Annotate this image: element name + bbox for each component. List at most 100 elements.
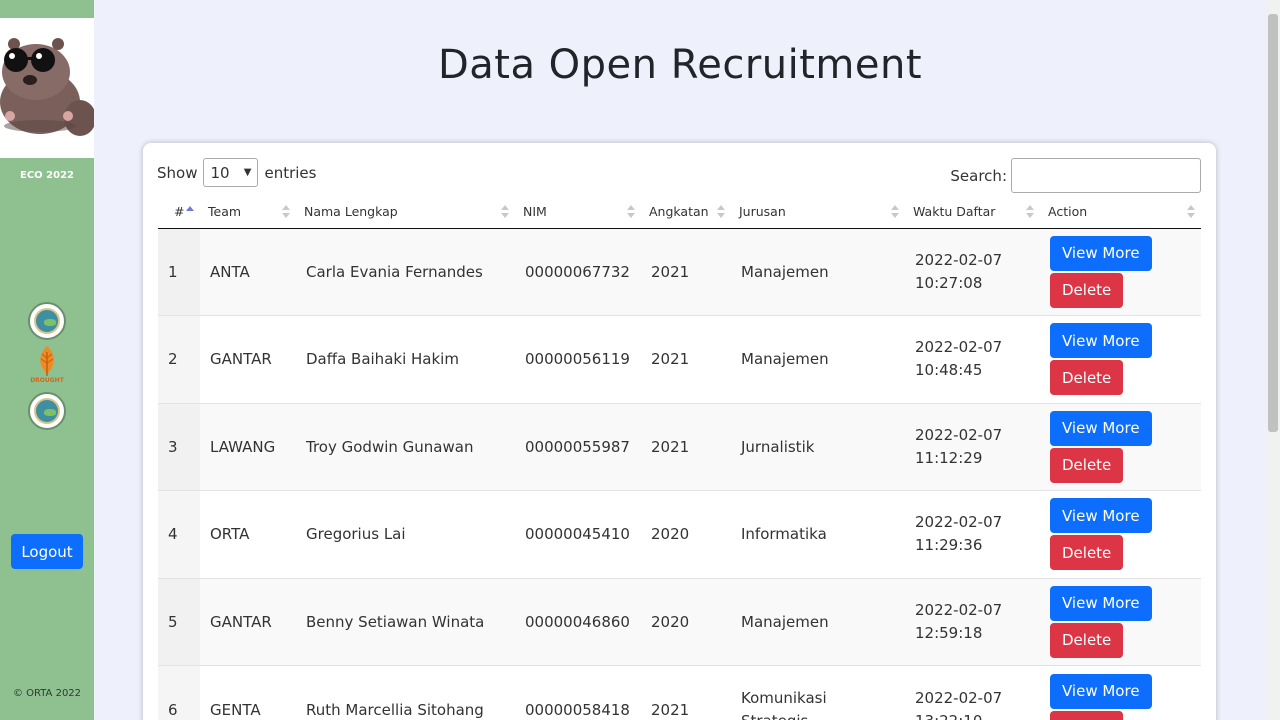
drought-label: DROUGHT — [30, 377, 64, 384]
row-jurusan: Manajemen — [731, 577, 905, 666]
column-header-number[interactable]: # — [158, 195, 200, 229]
sort-icon — [1026, 205, 1034, 219]
row-waktu: 2022-02-07 10:48:45 — [905, 315, 1040, 403]
view-more-button[interactable]: View More — [1050, 498, 1152, 534]
row-team: GENTA — [200, 665, 296, 720]
row-date: 2022-02-07 — [915, 250, 1003, 269]
sidebar: ECO 2022 DROUGHT Logout © ORTA 2022 — [0, 0, 94, 720]
delete-button[interactable]: Delete — [1050, 535, 1124, 571]
table-header-row: # Team Nama Lengkap NIM Angkatan Jurusan… — [158, 195, 1201, 229]
length-control: Show 10 ▼ entries — [157, 158, 316, 187]
drought-badge-icon: DROUGHT — [30, 344, 64, 386]
row-actions: View MoreDelete — [1040, 402, 1201, 491]
sort-icon — [891, 205, 899, 219]
globe-badge-icon — [28, 302, 66, 340]
row-name: Carla Evania Fernandes — [296, 227, 515, 316]
entries-length-select[interactable]: 10 ▼ — [203, 158, 259, 187]
column-header-nama[interactable]: Nama Lengkap — [296, 195, 515, 229]
search-control: Search: — [950, 158, 1201, 193]
row-waktu: 2022-02-07 11:12:29 — [905, 402, 1040, 491]
entries-label: entries — [264, 163, 317, 182]
row-name: Gregorius Lai — [296, 490, 515, 578]
row-nim: 00000046860 — [515, 577, 641, 666]
row-team: LAWANG — [200, 402, 296, 491]
row-date: 2022-02-07 — [915, 688, 1003, 707]
row-number: 4 — [158, 490, 200, 578]
row-waktu: 2022-02-07 12:59:18 — [905, 577, 1040, 666]
sort-icon — [717, 205, 725, 219]
view-more-button[interactable]: View More — [1050, 323, 1152, 359]
row-actions: View MoreDelete — [1040, 577, 1201, 666]
row-number: 1 — [158, 227, 200, 316]
row-team: ANTA — [200, 227, 296, 316]
table-row: 6 GENTA Ruth Marcellia Sitohang 00000058… — [158, 665, 1201, 720]
scrollbar-thumb[interactable] — [1268, 14, 1278, 432]
view-more-button[interactable]: View More — [1050, 585, 1152, 621]
row-name: Daffa Baihaki Hakim — [296, 315, 515, 403]
row-name: Troy Godwin Gunawan — [296, 402, 515, 491]
row-waktu: 2022-02-07 13:22:10 — [905, 665, 1040, 720]
row-angkatan: 2021 — [641, 315, 731, 403]
show-label: Show — [157, 163, 198, 182]
row-date: 2022-02-07 — [915, 425, 1003, 444]
page-scrollbar[interactable] — [1266, 0, 1280, 720]
delete-button[interactable]: Delete — [1050, 447, 1124, 483]
row-team: ORTA — [200, 490, 296, 578]
table-row: 1 ANTA Carla Evania Fernandes 0000006773… — [158, 227, 1201, 316]
data-table-card: Show 10 ▼ entries Search: # Team Nama Le… — [143, 143, 1216, 720]
row-time: 11:12:29 — [915, 448, 983, 467]
row-team: GANTAR — [200, 577, 296, 666]
row-angkatan: 2021 — [641, 402, 731, 491]
row-number: 3 — [158, 402, 200, 491]
column-header-action[interactable]: Action — [1040, 195, 1201, 229]
page-title: Data Open Recruitment — [437, 42, 923, 88]
sort-icon — [282, 205, 290, 219]
row-angkatan: 2021 — [641, 665, 731, 720]
row-angkatan: 2021 — [641, 227, 731, 316]
row-nim: 00000055987 — [515, 402, 641, 491]
view-more-button[interactable]: View More — [1050, 673, 1152, 709]
delete-button[interactable]: Delete — [1050, 360, 1124, 396]
row-actions: View MoreDelete — [1040, 490, 1201, 578]
row-date: 2022-02-07 — [915, 338, 1003, 357]
view-more-button[interactable]: View More — [1050, 235, 1152, 271]
copyright-text: © ORTA 2022 — [12, 688, 82, 699]
sort-icon — [501, 205, 509, 219]
row-nim: 00000067732 — [515, 227, 641, 316]
column-header-angkatan[interactable]: Angkatan — [641, 195, 731, 229]
column-header-waktu[interactable]: Waktu Daftar — [905, 195, 1040, 229]
row-number: 5 — [158, 577, 200, 666]
row-number: 2 — [158, 315, 200, 403]
table-row: 2 GANTAR Daffa Baihaki Hakim 00000056119… — [158, 315, 1201, 403]
search-label: Search: — [950, 166, 1007, 185]
row-time: 10:27:08 — [915, 273, 983, 292]
table-row: 3 LAWANG Troy Godwin Gunawan 00000055987… — [158, 402, 1201, 491]
row-jurusan: Komunikasi Strategis — [731, 665, 905, 720]
length-value: 10 — [210, 163, 230, 182]
row-jurusan: Manajemen — [731, 227, 905, 316]
row-actions: View MoreDelete — [1040, 665, 1201, 720]
delete-button[interactable]: Delete — [1050, 710, 1124, 720]
table-row: 4 ORTA Gregorius Lai 00000045410 2020 In… — [158, 490, 1201, 578]
column-header-nim[interactable]: NIM — [515, 195, 641, 229]
row-angkatan: 2020 — [641, 577, 731, 666]
row-angkatan: 2020 — [641, 490, 731, 578]
row-actions: View MoreDelete — [1040, 315, 1201, 403]
delete-button[interactable]: Delete — [1050, 272, 1124, 308]
search-input[interactable] — [1011, 158, 1201, 193]
row-team: GANTAR — [200, 315, 296, 403]
column-header-team[interactable]: Team — [200, 195, 296, 229]
row-time: 13:22:10 — [915, 712, 982, 720]
row-time: 12:59:18 — [915, 623, 983, 642]
delete-button[interactable]: Delete — [1050, 622, 1124, 658]
view-more-button[interactable]: View More — [1050, 410, 1152, 446]
row-name: Benny Setiawan Winata — [296, 577, 515, 666]
column-header-jurusan[interactable]: Jurusan — [731, 195, 905, 229]
row-actions: View MoreDelete — [1040, 227, 1201, 316]
recruitment-table: # Team Nama Lengkap NIM Angkatan Jurusan… — [158, 195, 1201, 720]
row-nim: 00000056119 — [515, 315, 641, 403]
eco-label: ECO 2022 — [20, 170, 74, 181]
logout-button[interactable]: Logout — [11, 534, 83, 569]
row-name: Ruth Marcellia Sitohang — [296, 665, 515, 720]
row-date: 2022-02-07 — [915, 513, 1003, 532]
